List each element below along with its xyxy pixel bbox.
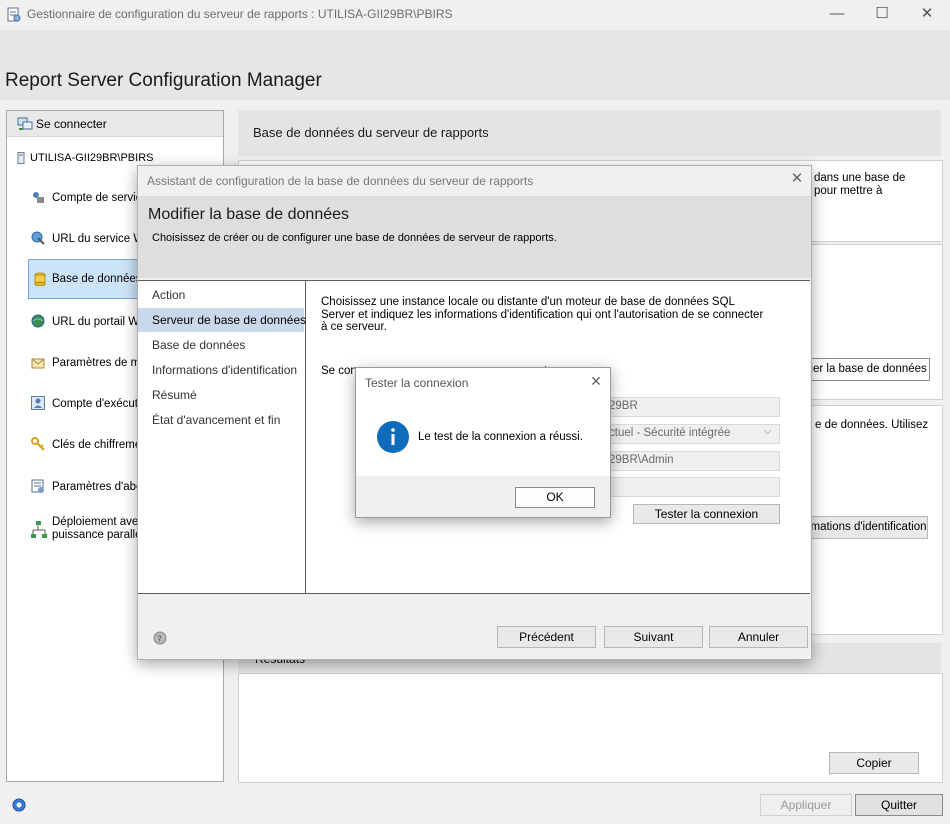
app-header: Report Server Configuration Manager (0, 30, 950, 100)
maximize-button[interactable]: ☐ (867, 4, 897, 24)
help-icon[interactable]: ? (153, 631, 167, 645)
subscription-icon (31, 479, 44, 493)
sidebar-item-label-line2: puissance parallèle (52, 529, 151, 541)
app-icon (7, 7, 21, 22)
copy-button[interactable]: Copier (829, 752, 919, 774)
step-label: Informations d'identification (152, 363, 298, 377)
section-header: Base de données du serveur de rapports (238, 110, 941, 156)
sidebar-item-label: Base de données (52, 273, 142, 285)
connect-text-fragment: Se con (321, 365, 357, 377)
change-database-button[interactable]: fier la base de données (804, 358, 930, 381)
minimize-button[interactable]: — (822, 4, 852, 24)
step-label: État d'avancement et fin (152, 413, 281, 427)
service-account-icon (33, 192, 44, 203)
database-icon (34, 272, 46, 286)
globe-icon (31, 314, 45, 328)
web-url-icon (31, 231, 45, 245)
server-icon (17, 152, 25, 164)
server-name: UTILISA-GII29BR\PBIRS (30, 152, 154, 164)
test-connection-dialog: Tester la connexion ✕ Le test de la conn… (355, 367, 611, 518)
intro-text-2: pour mettre à (814, 185, 883, 197)
ok-button[interactable]: OK (515, 487, 595, 508)
connect-bar[interactable]: Se connecter (7, 111, 223, 137)
intro-text-1: dans une base de (814, 172, 906, 184)
dialog-message: Le test de la connexion a réussi. (418, 431, 583, 443)
connect-label: Se connecter (36, 117, 107, 131)
dialog-title: Tester la connexion (365, 376, 469, 390)
section-title: Base de données du serveur de rapports (253, 125, 489, 140)
scale-out-icon (31, 521, 47, 538)
wizard-header: Modifier la base de données Choisissez d… (138, 196, 811, 278)
dialog-close-icon[interactable]: ✕ (588, 373, 604, 389)
sidebar-item-label-line1: Déploiement avec (52, 516, 145, 528)
test-connection-button[interactable]: Tester la connexion (633, 504, 780, 524)
step-database[interactable]: Base de données (138, 333, 304, 357)
auth-type-value: ctuel - Sécurité intégrée (609, 427, 731, 439)
key-icon (31, 437, 45, 451)
wizard-heading: Modifier la base de données (148, 206, 350, 223)
chevron-down-icon: ⌵ (764, 426, 772, 437)
password-field[interactable] (608, 477, 780, 497)
username-field[interactable]: 29BR\Admin (608, 451, 780, 471)
mail-icon (31, 358, 45, 369)
step-label: Résumé (152, 388, 197, 402)
apply-button[interactable]: Appliquer (760, 794, 852, 816)
title-bar: Gestionnaire de configuration du serveur… (0, 0, 950, 30)
step-label: Serveur de base de données (152, 313, 307, 327)
svg-text:?: ? (157, 635, 162, 645)
wizard-steps: Action Serveur de base de données Base d… (138, 280, 306, 594)
step-database-server[interactable]: Serveur de base de données (138, 308, 307, 332)
cancel-button[interactable]: Annuler (709, 626, 808, 648)
step-progress[interactable]: État d'avancement et fin (138, 408, 304, 432)
quit-button[interactable]: Quitter (855, 794, 943, 816)
sidebar-item-label: Compte de service (52, 192, 148, 204)
app-title: Report Server Configuration Manager (5, 70, 322, 91)
change-credentials-button[interactable]: mations d'identification (809, 516, 928, 539)
wizard-close-icon[interactable]: ✕ (788, 170, 806, 188)
server-name-value: 29BR (609, 400, 638, 412)
wizard-description: Choisissez une instance locale ou distan… (321, 296, 764, 333)
previous-button[interactable]: Précédent (497, 626, 596, 648)
results-area: Copier (238, 673, 943, 783)
step-summary[interactable]: Résumé (138, 383, 304, 407)
connect-icon (17, 117, 33, 130)
next-button[interactable]: Suivant (604, 626, 703, 648)
window-title: Gestionnaire de configuration du serveur… (27, 7, 453, 21)
user-account-icon (31, 396, 45, 410)
help-icon[interactable] (12, 798, 26, 812)
username-value: 29BR\Admin (609, 454, 674, 466)
dialog-footer: OK (356, 476, 610, 517)
step-action[interactable]: Action (138, 283, 304, 307)
server-name-field[interactable]: 29BR (608, 397, 780, 417)
wizard-title: Assistant de configuration de la base de… (147, 174, 534, 188)
close-button[interactable]: ✕ (912, 4, 942, 24)
credentials-text: e de données. Utilisez (815, 419, 929, 431)
wizard-subheading: Choisissez de créer ou de configurer une… (152, 232, 557, 244)
step-credentials[interactable]: Informations d'identification (138, 358, 304, 382)
step-label: Base de données (152, 338, 246, 352)
auth-type-select[interactable]: ctuel - Sécurité intégrée ⌵ (608, 424, 780, 444)
step-label: Action (152, 288, 186, 302)
info-icon (377, 421, 409, 453)
